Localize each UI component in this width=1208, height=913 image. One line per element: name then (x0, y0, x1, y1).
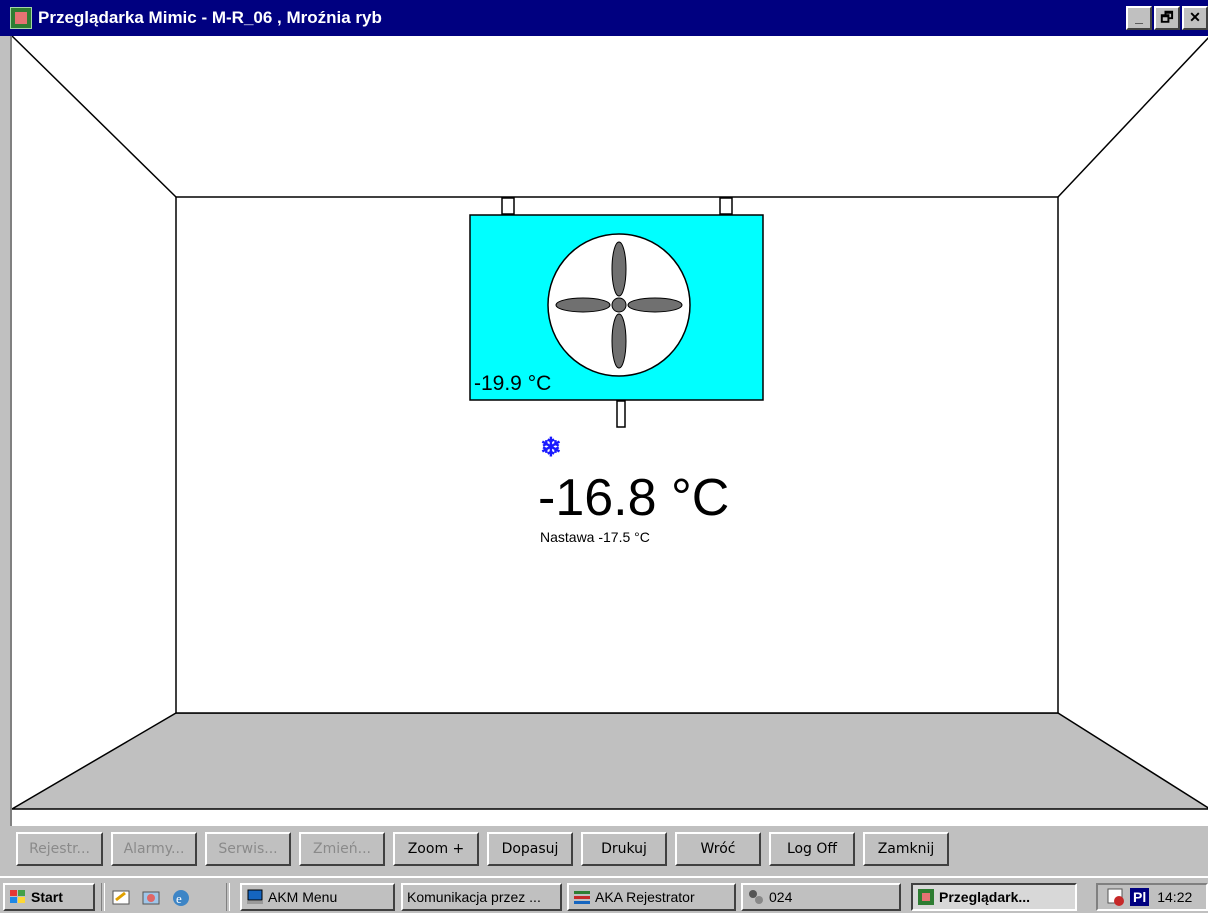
start-label: Start (31, 889, 63, 905)
taskbar-item-label: Przeglądark... (939, 889, 1031, 905)
taskbar-item-mimic-viewer[interactable]: Przeglądark... (911, 883, 1077, 911)
app-icon (10, 7, 32, 29)
setpoint-label[interactable]: Nastawa -17.5 °C (540, 529, 650, 545)
unit-hanger-left (501, 197, 515, 215)
taskbar-separator (226, 883, 230, 911)
back-button[interactable]: Wróć (675, 832, 761, 866)
network-icon (749, 890, 763, 904)
taskbar-item-akm-menu[interactable]: AKM Menu (240, 883, 395, 911)
taskbar-separator (101, 883, 105, 911)
fit-button[interactable]: Dopasuj (487, 832, 573, 866)
clock[interactable]: 14:22 (1157, 889, 1192, 905)
service-button[interactable]: Serwis... (205, 832, 291, 866)
taskbar-item-label: AKM Menu (268, 889, 338, 905)
zoom-in-button[interactable]: Zoom + (393, 832, 479, 866)
close-button[interactable]: ✕ (1182, 6, 1208, 30)
drain-pipe (616, 400, 626, 428)
internet-explorer-icon[interactable]: e (171, 888, 191, 908)
taskbar-item-aka-recorder[interactable]: AKA Rejestrator (567, 883, 736, 911)
room-temperature: -16.8 °C (538, 469, 730, 527)
taskbar-item-024[interactable]: 024 (741, 883, 901, 911)
language-indicator[interactable]: Pl (1130, 888, 1150, 906)
taskbar-item-label: Komunikacja przez ... (407, 889, 541, 905)
start-button[interactable]: Start (3, 883, 95, 911)
close-viewer-button[interactable]: Zamknij (863, 832, 949, 866)
recorder-icon (574, 891, 590, 904)
title-bar[interactable]: Przeglądarka Mimic - M-R_06 , Mroźnia ry… (0, 0, 1208, 36)
windows-logo-icon (10, 890, 25, 903)
ceiling-edge-left (12, 36, 177, 198)
channels-icon[interactable] (141, 888, 161, 908)
maximize-button[interactable]: 🗗 (1154, 6, 1180, 30)
print-button[interactable]: Drukuj (581, 832, 667, 866)
desktop-icon[interactable] (111, 888, 131, 908)
system-tray: Pl 14:22 (1096, 883, 1208, 911)
taskbar: Start e AKM Menu Komunikacja przez ... A… (0, 876, 1208, 913)
taskbar-item-label: AKA Rejestrator (595, 889, 695, 905)
taskbar-item-label: 024 (769, 889, 793, 905)
fan-icon (547, 233, 691, 377)
computer-icon (247, 889, 263, 904)
ceiling-edge-right (1057, 37, 1208, 198)
snowflake-icon: ❄ (540, 432, 562, 462)
room-floor (12, 712, 1208, 810)
room-drawing (12, 36, 1208, 810)
svg-text:e: e (176, 891, 182, 906)
unit-hanger-right (719, 197, 733, 215)
scheduler-icon[interactable] (1106, 887, 1126, 907)
mimic-app-icon (918, 889, 934, 905)
log-off-button[interactable]: Log Off (769, 832, 855, 866)
window-controls: _ 🗗 ✕ (1126, 6, 1208, 30)
button-bar: Rejestr... Alarmy... Serwis... Zmień... … (10, 828, 1208, 876)
change-button[interactable]: Zmień... (299, 832, 385, 866)
mimic-canvas: -19.9 °C ❄ -16.8 °C Nastawa -17.5 °C (10, 36, 1208, 826)
minimize-button[interactable]: _ (1126, 6, 1152, 30)
window-title: Przeglądarka Mimic - M-R_06 , Mroźnia ry… (38, 8, 382, 27)
register-button[interactable]: Rejestr... (16, 832, 103, 866)
unit-temperature: -19.9 °C (474, 372, 552, 395)
alarms-button[interactable]: Alarmy... (111, 832, 197, 866)
taskbar-item-communication[interactable]: Komunikacja przez ... (401, 883, 562, 911)
